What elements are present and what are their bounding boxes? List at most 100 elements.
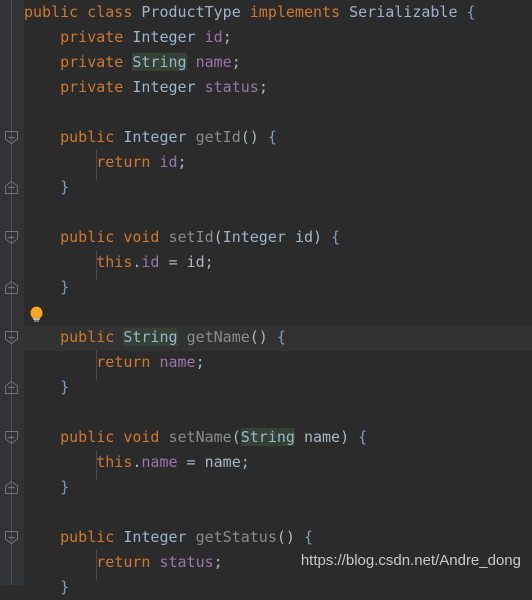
intention-bulb-icon[interactable] — [27, 305, 46, 324]
code-token: String — [240, 428, 295, 446]
watermark-url: https://blog.csdn.net/Andre_dong — [300, 552, 521, 569]
code-line[interactable]: } — [0, 575, 532, 600]
code-token: } — [60, 578, 70, 596]
code-token: Integer — [132, 78, 196, 96]
code-line[interactable]: private Integer status; — [0, 75, 532, 100]
code-token: name — [159, 353, 196, 371]
fold-collapse-getId-icon[interactable] — [4, 130, 19, 145]
code-line[interactable] — [0, 400, 532, 425]
fold-collapse-getName-icon[interactable] — [4, 330, 19, 345]
code-line[interactable] — [0, 300, 532, 325]
code-token: id — [159, 153, 178, 171]
code-token: id — [204, 28, 223, 46]
code-token: Integer — [123, 528, 187, 546]
code-token: name — [141, 453, 178, 471]
code-line[interactable] — [0, 200, 532, 225]
code-token: ; — [204, 253, 214, 271]
code-line[interactable]: public Integer getStatus() { — [0, 525, 532, 550]
code-line[interactable]: public class ProductType implements Seri… — [0, 0, 532, 25]
code-line[interactable]: } — [0, 475, 532, 500]
code-token: id — [186, 253, 205, 271]
fold-collapse-setName-icon[interactable] — [4, 430, 19, 445]
code-line[interactable]: public Integer getId() { — [0, 125, 532, 150]
code-line[interactable]: this.id = id; — [0, 250, 532, 275]
code-token: ProductType — [141, 3, 241, 21]
code-token: public — [60, 128, 115, 146]
code-line[interactable]: return name; — [0, 350, 532, 375]
code-line[interactable]: public void setId(Integer id) { — [0, 225, 532, 250]
code-line[interactable]: } — [0, 175, 532, 200]
fold-collapse-getStatus-icon[interactable] — [4, 530, 19, 545]
code-token: name — [204, 453, 241, 471]
code-token: setId — [168, 228, 214, 246]
code-line[interactable]: return id; — [0, 150, 532, 175]
code-line[interactable] — [0, 100, 532, 125]
code-line[interactable]: private Integer id; — [0, 25, 532, 50]
code-token: id — [294, 228, 313, 246]
code-token: Integer — [132, 28, 196, 46]
indent-guide — [96, 150, 98, 180]
indent-guide — [96, 550, 98, 580]
code-token: setName — [168, 428, 232, 446]
code-editor[interactable]: public class ProductType implements Seri… — [0, 0, 532, 596]
code-line[interactable]: public void setName(String name) { — [0, 425, 532, 450]
code-line[interactable]: } — [0, 375, 532, 400]
code-token: ( — [213, 228, 223, 246]
code-token: } — [60, 478, 70, 496]
code-line[interactable]: public String getName() { — [0, 325, 532, 350]
code-token: ; — [222, 28, 232, 46]
code-token: getId — [195, 128, 241, 146]
fold-collapse-getName-end-icon[interactable] — [4, 380, 19, 395]
code-text-area[interactable]: public class ProductType implements Seri… — [0, 0, 532, 596]
code-token: { — [466, 3, 476, 21]
code-token: ( — [231, 428, 241, 446]
fold-collapse-setName-end-icon[interactable] — [4, 480, 19, 495]
indent-guide — [96, 350, 98, 380]
fold-collapse-setId-icon[interactable] — [4, 230, 19, 245]
code-line[interactable] — [0, 500, 532, 525]
fold-collapse-getId-end-icon[interactable] — [4, 180, 19, 195]
code-token: return — [96, 553, 151, 571]
code-token: ) — [313, 228, 323, 246]
code-line[interactable]: } — [0, 275, 532, 300]
code-token: getName — [186, 328, 250, 346]
code-token: return — [96, 353, 151, 371]
code-token: } — [60, 278, 70, 296]
fold-collapse-setId-end-icon[interactable] — [4, 280, 19, 295]
code-line[interactable]: private String name; — [0, 50, 532, 75]
code-token: () — [276, 528, 295, 546]
code-token: public — [60, 228, 115, 246]
code-token: private — [60, 28, 124, 46]
indent-guide — [96, 250, 98, 280]
code-line[interactable]: this.name = name; — [0, 450, 532, 475]
code-token: String — [123, 328, 178, 346]
code-token: getStatus — [195, 528, 277, 546]
code-token: implements — [249, 3, 341, 21]
code-token: ; — [195, 353, 205, 371]
